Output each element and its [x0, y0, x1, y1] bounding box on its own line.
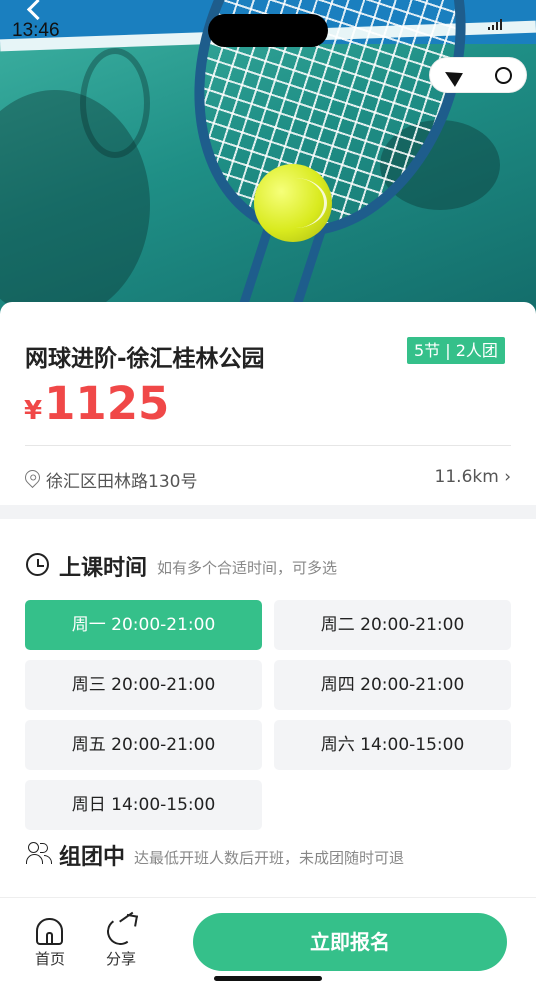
- close-circle-icon[interactable]: [495, 67, 512, 84]
- schedule-subtitle: 如有多个合适时间，可多选: [157, 559, 338, 577]
- divider: [25, 445, 511, 446]
- mini-program-capsule[interactable]: [429, 57, 527, 93]
- group-subtitle: 达最低开班人数后开班，未成团随时可退: [134, 849, 405, 867]
- home-label: 首页: [34, 950, 65, 968]
- price-value: 1125: [44, 377, 170, 430]
- racket-shadow: [80, 48, 150, 158]
- course-title: 网球进阶-徐汇桂林公园: [25, 346, 265, 372]
- home-icon: [36, 918, 63, 945]
- back-icon[interactable]: [22, 0, 48, 26]
- send-icon[interactable]: [441, 65, 463, 87]
- course-address[interactable]: 徐汇区田林路130号: [46, 467, 197, 492]
- currency-symbol: ¥: [24, 396, 43, 426]
- group-title: 组团中: [59, 845, 126, 870]
- dynamic-island: [208, 14, 328, 47]
- group-icon: [26, 841, 52, 865]
- schedule-card: 上课时间 如有多个合适时间，可多选 周一 20:00-21:00 周二 20:0…: [0, 519, 536, 919]
- share-label: 分享: [105, 950, 136, 968]
- time-slot[interactable]: 周日 14:00-15:00: [25, 780, 262, 830]
- schedule-title: 上课时间: [59, 556, 148, 581]
- course-price: ¥1125: [24, 377, 169, 430]
- location-pin-icon: [21, 466, 44, 489]
- time-slot[interactable]: 周四 20:00-21:00: [274, 660, 511, 710]
- share-icon: [104, 915, 137, 948]
- home-indicator: [214, 976, 322, 981]
- course-distance[interactable]: 11.6km ›: [435, 467, 511, 487]
- course-info-card: 网球进阶-徐汇桂林公园 5节 | 2人团 ¥1125 徐汇区田林路130号 11…: [0, 302, 536, 505]
- time-slot[interactable]: 周五 20:00-21:00: [25, 720, 262, 770]
- course-tag: 5节 | 2人团: [407, 337, 505, 364]
- enroll-button[interactable]: 立即报名: [193, 913, 507, 971]
- share-button[interactable]: 分享: [98, 915, 144, 969]
- time-slot[interactable]: 周三 20:00-21:00: [25, 660, 262, 710]
- time-slot[interactable]: 周六 14:00-15:00: [274, 720, 511, 770]
- clock-icon: [26, 553, 49, 576]
- signal-icon: [488, 18, 504, 30]
- time-slot[interactable]: 周一 20:00-21:00: [25, 600, 262, 650]
- hero-image: [0, 0, 536, 320]
- time-slot[interactable]: 周二 20:00-21:00: [274, 600, 511, 650]
- tennis-ball: [254, 164, 332, 242]
- bottom-action-bar: 首页 分享 立即报名: [0, 897, 536, 984]
- page: 13:46 网球进阶-徐汇桂林公园 5节 | 2人团 ¥1125 徐汇区田林路1…: [0, 0, 536, 984]
- home-button[interactable]: 首页: [27, 915, 73, 969]
